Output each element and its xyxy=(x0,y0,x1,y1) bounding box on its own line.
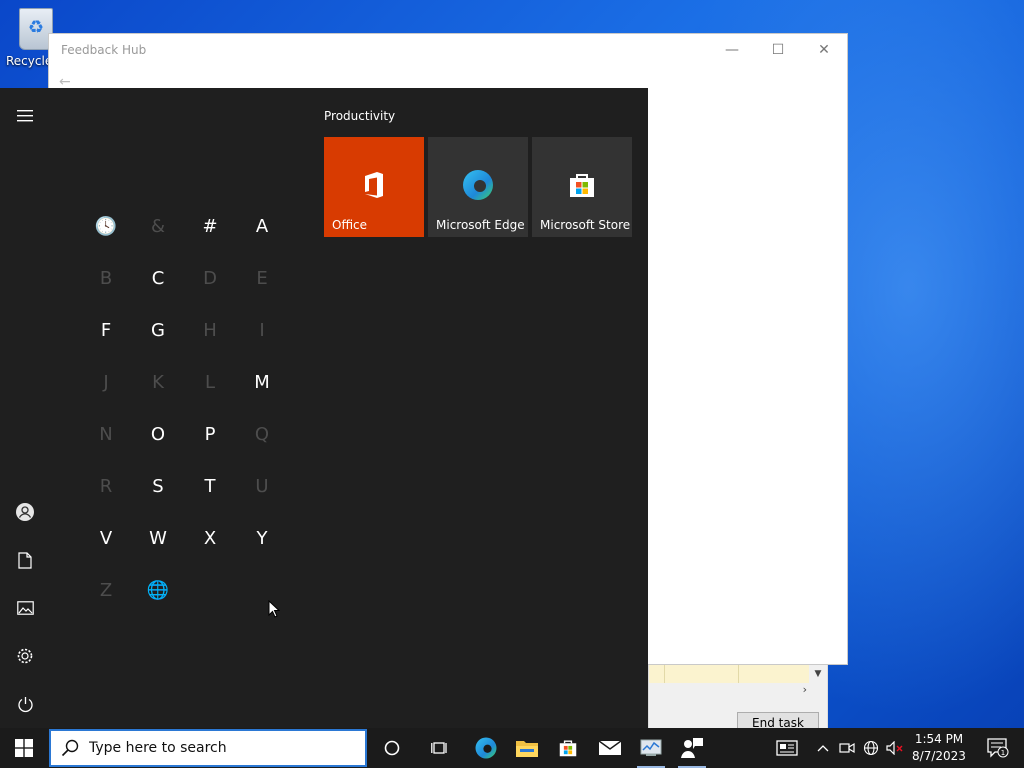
mail-icon[interactable] xyxy=(590,728,630,768)
jump-letter-k: K xyxy=(152,371,164,393)
file-explorer-icon[interactable] xyxy=(507,728,547,768)
jump-letter-n: N xyxy=(99,423,113,445)
search-input[interactable] xyxy=(89,740,349,756)
taskbar: 1:54 PM 8/7/2023 1 xyxy=(0,728,1024,768)
jump-letter-v[interactable]: V xyxy=(80,512,132,564)
tile-label: Microsoft Edge xyxy=(436,218,525,232)
cortana-icon[interactable] xyxy=(372,728,412,768)
notification-count: 1 xyxy=(1001,749,1005,757)
jump-letter-x[interactable]: X xyxy=(184,512,236,564)
task-view-icon[interactable] xyxy=(420,728,460,768)
jump-letter-h: H xyxy=(203,319,217,341)
tile-label: Office xyxy=(332,218,368,232)
jump-letter-p[interactable]: P xyxy=(184,408,236,460)
task-manager-footer: End task xyxy=(648,700,828,734)
jump-letter-s[interactable]: S xyxy=(132,460,184,512)
gear-icon[interactable] xyxy=(0,636,50,676)
jump-letter-w[interactable]: W xyxy=(132,512,184,564)
jump-letter-c[interactable]: C xyxy=(132,252,184,304)
start-rail xyxy=(0,88,50,728)
hamburger-menu-icon[interactable] xyxy=(0,96,50,136)
jump-letter-ampersand: & xyxy=(150,215,166,237)
jump-letter-t[interactable]: T xyxy=(184,460,236,512)
chevron-up-icon[interactable] xyxy=(811,728,835,768)
microsoft-store-tile[interactable]: Microsoft Store xyxy=(532,137,632,237)
taskbar-search-box[interactable] xyxy=(49,729,367,767)
jump-letter-z: Z xyxy=(99,579,113,601)
jump-letter-d: D xyxy=(203,267,217,289)
window-controls: — ☐ ✕ xyxy=(709,34,847,66)
microsoft-edge-tile[interactable]: Microsoft Edge xyxy=(428,137,528,237)
jump-letter-l: L xyxy=(204,371,216,393)
tile-label: Microsoft Store xyxy=(540,218,631,232)
feedback-hub-icon[interactable] xyxy=(672,728,712,768)
maximize-button[interactable]: ☐ xyxy=(755,34,801,66)
action-center-button[interactable]: 1 xyxy=(978,728,1018,768)
jump-letter-e: E xyxy=(256,267,268,289)
close-button[interactable]: ✕ xyxy=(801,34,847,66)
jump-letter-b: B xyxy=(99,267,113,289)
document-icon[interactable] xyxy=(0,540,50,580)
jump-letter-r: R xyxy=(99,475,113,497)
jump-letter-j: J xyxy=(103,371,109,393)
jump-letter-o[interactable]: O xyxy=(132,408,184,460)
start-button[interactable] xyxy=(0,728,48,768)
network-icon[interactable] xyxy=(859,728,883,768)
store-icon xyxy=(570,174,594,197)
notification-icon: 1 xyxy=(987,738,1009,758)
jump-letter-u: U xyxy=(255,475,269,497)
clock-time: 1:54 PM xyxy=(914,732,964,746)
jump-letter-recent: 🕓 xyxy=(94,215,118,237)
news-icon[interactable] xyxy=(774,728,800,768)
jump-letter-a[interactable]: A xyxy=(236,200,288,252)
clock-date: 8/7/2023 xyxy=(912,749,966,763)
user-icon[interactable] xyxy=(0,492,50,532)
jump-letter-hash[interactable]: # xyxy=(184,200,236,252)
windows-logo-icon xyxy=(15,739,33,757)
edge-icon xyxy=(463,170,493,200)
task-manager-row: ▼ xyxy=(648,665,828,685)
jump-letter-y[interactable]: Y xyxy=(236,512,288,564)
jump-letter-globe: 🌐 xyxy=(146,579,170,601)
office-tile[interactable]: Office xyxy=(324,137,424,237)
tile-group-header: Productivity xyxy=(324,109,396,123)
store-taskbar-icon[interactable] xyxy=(548,728,588,768)
pictures-icon[interactable] xyxy=(0,588,50,628)
jump-letter-q: Q xyxy=(254,423,270,445)
system-clock[interactable]: 1:54 PM 8/7/2023 xyxy=(906,731,972,765)
task-manager-icon[interactable] xyxy=(631,728,671,768)
jump-letter-i: I xyxy=(259,319,265,341)
meet-now-icon[interactable] xyxy=(835,728,859,768)
search-icon xyxy=(61,739,79,757)
start-menu: 🕓 & # A B C D E F G H I J K L M N O P Q R S T U V W X Y Z 🌐 Productiv… xyxy=(0,88,648,728)
scroll-right-icon[interactable]: › xyxy=(803,683,807,696)
jump-letter-m[interactable]: M xyxy=(236,356,288,408)
jump-letter-g[interactable]: G xyxy=(132,304,184,356)
window-title: Feedback Hub xyxy=(61,43,147,57)
mouse-cursor xyxy=(268,600,280,618)
volume-muted-icon[interactable] xyxy=(883,728,907,768)
office-icon xyxy=(365,172,383,198)
minimize-button[interactable]: — xyxy=(709,34,755,66)
jump-letter-f[interactable]: F xyxy=(80,304,132,356)
edge-taskbar-icon[interactable] xyxy=(466,728,506,768)
scroll-down-icon[interactable]: ▼ xyxy=(809,665,827,685)
horizontal-scrollbar[interactable]: › xyxy=(648,683,828,700)
power-icon[interactable] xyxy=(0,684,50,724)
